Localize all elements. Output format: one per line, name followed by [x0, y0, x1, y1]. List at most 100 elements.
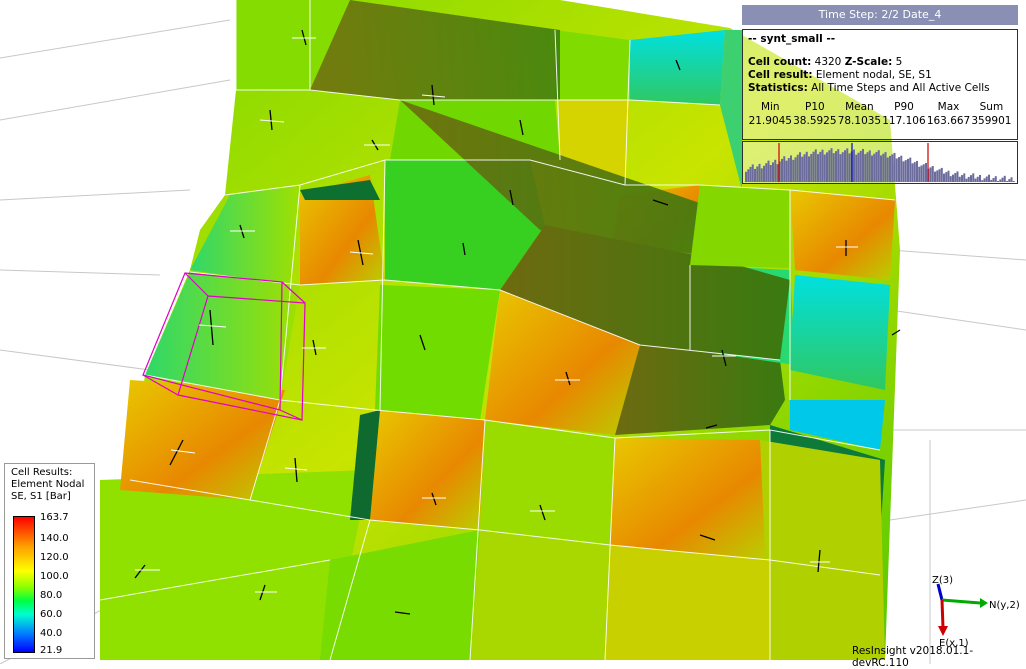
histogram-bar	[774, 159, 777, 182]
histogram-bar	[812, 151, 815, 182]
histogram-bar	[871, 155, 874, 182]
legend-title-line-2: Element Nodal	[11, 479, 85, 490]
histogram-bar	[961, 175, 964, 182]
histogram-bar	[983, 178, 986, 182]
histogram-bar	[947, 170, 950, 182]
statistics-line: Statistics: All Time Steps and All Activ…	[748, 82, 1012, 95]
histogram-bar	[817, 154, 820, 182]
stat-header-mean: Mean	[845, 101, 874, 113]
histogram-bar	[882, 153, 885, 182]
histogram-bar	[841, 152, 844, 182]
stat-header-max: Max	[937, 101, 960, 113]
histogram-bar	[945, 172, 948, 182]
histogram-bar	[835, 151, 838, 182]
stat-header-min: Min	[760, 101, 780, 113]
histogram-bar	[823, 154, 826, 182]
cell-result-line: Cell result: Element nodal, SE, S1	[748, 69, 1012, 82]
histogram-bar	[940, 167, 943, 182]
histogram-bar	[954, 173, 957, 182]
histogram-bar	[988, 174, 991, 182]
legend-tick: 21.9	[40, 645, 63, 656]
histogram-bar	[862, 148, 865, 182]
histogram-bar	[853, 149, 856, 182]
histogram-bar	[902, 161, 905, 182]
legend-tick: 80.0	[40, 590, 63, 601]
histogram-bar	[857, 152, 860, 182]
histogram-bar	[981, 180, 984, 182]
legend-title-line-3: SE, S1 [Bar]	[11, 491, 71, 502]
histogram-bar	[875, 151, 878, 182]
legend-color-bar	[13, 516, 35, 653]
color-legend: Cell Results: Element Nodal SE, S1 [Bar]…	[4, 463, 95, 659]
histogram-bar	[745, 171, 748, 182]
info-box: -- synt_small -- Cell count: 4320 Z-Scal…	[742, 29, 1018, 140]
histogram-bar	[999, 179, 1002, 182]
histogram-bar	[918, 166, 921, 182]
histogram-bar	[900, 155, 903, 182]
histogram-bar	[958, 176, 961, 182]
histogram-bar	[794, 157, 797, 182]
cell-count-value: 4320	[814, 56, 842, 68]
histogram-bar	[776, 164, 779, 182]
histogram-bar	[929, 167, 932, 182]
histogram-bar	[963, 173, 966, 182]
z-axis-label: Z(3)	[932, 575, 953, 586]
histogram-bar	[767, 160, 770, 182]
histogram-bar	[925, 162, 928, 182]
histogram-bar	[974, 178, 977, 182]
statistics-table: Min P10 Mean P90 Max Sum 21.9045 38.5925…	[748, 100, 1012, 128]
histogram-bar	[904, 160, 907, 182]
histogram-bar	[864, 154, 867, 182]
histogram-bar	[938, 169, 941, 182]
histogram-bar	[873, 153, 876, 182]
histogram-bar	[916, 160, 919, 182]
histogram-bar	[911, 163, 914, 182]
time-step-banner: Time Step: 2/2 Date_4	[742, 5, 1018, 25]
histogram-bar	[972, 173, 975, 182]
legend-tick: 100.0	[40, 571, 69, 582]
stat-value-sum: 359901	[971, 115, 1012, 127]
histogram-bar	[909, 157, 912, 182]
histogram-bar	[805, 151, 808, 182]
histogram-bar	[898, 157, 901, 182]
histogram-bar	[783, 156, 786, 182]
histogram-bar	[754, 168, 757, 182]
legend-title-line-1: Cell Results:	[11, 467, 73, 478]
histogram-bar	[821, 149, 824, 182]
histogram-bar	[866, 152, 869, 182]
histogram-bar	[943, 173, 946, 182]
case-title: -- synt_small --	[748, 33, 836, 45]
histogram-bar	[956, 171, 959, 182]
stats-value-row: 21.9045 38.5925 78.1035 117.106 163.667 …	[748, 114, 1012, 128]
histogram-bar	[976, 176, 979, 182]
histogram-bar	[756, 166, 759, 182]
n-axis-label: N(y,2)	[989, 600, 1020, 611]
histogram-bar	[796, 154, 799, 182]
stat-value-p10: 38.5925	[793, 115, 837, 127]
histogram-bar	[970, 175, 973, 182]
histogram	[742, 141, 1018, 184]
histogram-bar	[886, 157, 889, 182]
histogram-bar	[769, 165, 772, 182]
cell-count-line: Cell count: 4320 Z-Scale: 5	[748, 56, 1012, 69]
histogram-bar	[765, 163, 768, 182]
histogram-bar	[949, 176, 952, 182]
axis-triad: Z(3) N(y,2) E(x,1)	[932, 575, 1020, 649]
histogram-bar	[855, 154, 858, 182]
histogram-bar	[992, 178, 995, 182]
n-axis-arrowhead	[980, 598, 988, 608]
histogram-bar	[907, 158, 910, 182]
stat-header-sum: Sum	[979, 101, 1004, 113]
histogram-bar	[884, 152, 887, 182]
histogram-bar	[1012, 181, 1015, 182]
statistics-value: All Time Steps and All Active Cells	[811, 82, 990, 94]
z-axis-arrow	[936, 583, 944, 601]
histogram-bar	[922, 164, 925, 182]
histogram-bar	[846, 148, 849, 182]
histogram-bar	[799, 152, 802, 182]
histogram-bar	[859, 150, 862, 182]
histogram-bar	[758, 163, 761, 182]
cell-count-label: Cell count:	[748, 56, 812, 68]
histogram-bar	[931, 166, 934, 182]
histogram-bar	[920, 165, 923, 182]
